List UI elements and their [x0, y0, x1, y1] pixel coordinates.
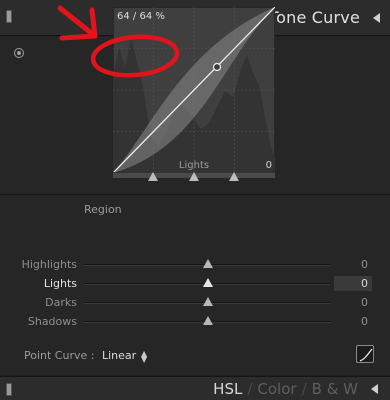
lights-value-box[interactable]: 0 [334, 276, 372, 291]
shadows-label: Shadows [27, 315, 77, 328]
hover-region-label: Lights [178, 160, 210, 171]
expand-arrow-icon[interactable] [371, 384, 378, 394]
panel-handle-icon[interactable] [6, 383, 12, 396]
darks-label: Darks [45, 296, 77, 309]
panel-title[interactable]: Tone Curve [269, 8, 360, 27]
lights-slider-thumb[interactable] [203, 278, 213, 287]
lights-slider-row[interactable]: Lights 0 [0, 275, 390, 293]
split-handle-shadows-darks[interactable] [148, 172, 158, 181]
collapse-arrow-icon[interactable] [373, 13, 380, 23]
curve-svg[interactable] [113, 7, 275, 181]
point-curve-select[interactable]: Linear [102, 349, 136, 362]
edit-point-curve-button[interactable] [356, 345, 374, 363]
point-curve-label: Point Curve : [24, 349, 95, 362]
shadows-slider-row[interactable]: Shadows 0 [0, 313, 390, 331]
highlights-slider-row[interactable]: Highlights 0 [0, 256, 390, 274]
shadows-slider-thumb[interactable] [203, 316, 213, 325]
highlights-value: 0 [361, 258, 368, 271]
shadows-value-box[interactable]: 0 [334, 314, 372, 329]
select-updown-icon[interactable]: ▲ ▼ [141, 350, 147, 364]
region-heading: Region [84, 203, 122, 216]
panel-handle-icon[interactable] [6, 10, 12, 23]
darks-slider-row[interactable]: Darks 0 [0, 294, 390, 312]
tab-separator: / [301, 380, 307, 398]
tab-hsl[interactable]: HSL [213, 380, 242, 398]
targeted-adjustment-icon[interactable] [14, 48, 24, 58]
next-panel-header[interactable]: HSL / Color / B & W [0, 376, 390, 400]
tab-separator: / [247, 380, 253, 398]
highlights-value-box[interactable]: 0 [334, 257, 372, 272]
tone-curve-graph[interactable]: 64 / 64 % Lights 0 [113, 7, 275, 181]
curve-edge-value: 0 [265, 160, 272, 171]
highlights-label: Highlights [21, 258, 77, 271]
tab-bw[interactable]: B & W [312, 380, 358, 398]
tab-color[interactable]: Color [257, 380, 296, 398]
split-handle-darks-lights[interactable] [189, 172, 199, 181]
curve-control-point[interactable] [212, 62, 222, 72]
darks-value: 0 [361, 296, 368, 309]
section-divider [0, 194, 390, 195]
highlights-slider-thumb[interactable] [203, 259, 213, 268]
split-handle-lights-highlights[interactable] [229, 172, 239, 181]
tab-strip: HSL / Color / B & W [213, 380, 358, 398]
darks-slider-thumb[interactable] [203, 297, 213, 306]
lights-value: 0 [361, 277, 368, 290]
lights-label: Lights [43, 277, 77, 290]
curve-edit-icon [359, 348, 373, 362]
curve-readout: 64 / 64 % [117, 11, 165, 22]
darks-value-box[interactable]: 0 [334, 295, 372, 310]
shadows-value: 0 [361, 315, 368, 328]
